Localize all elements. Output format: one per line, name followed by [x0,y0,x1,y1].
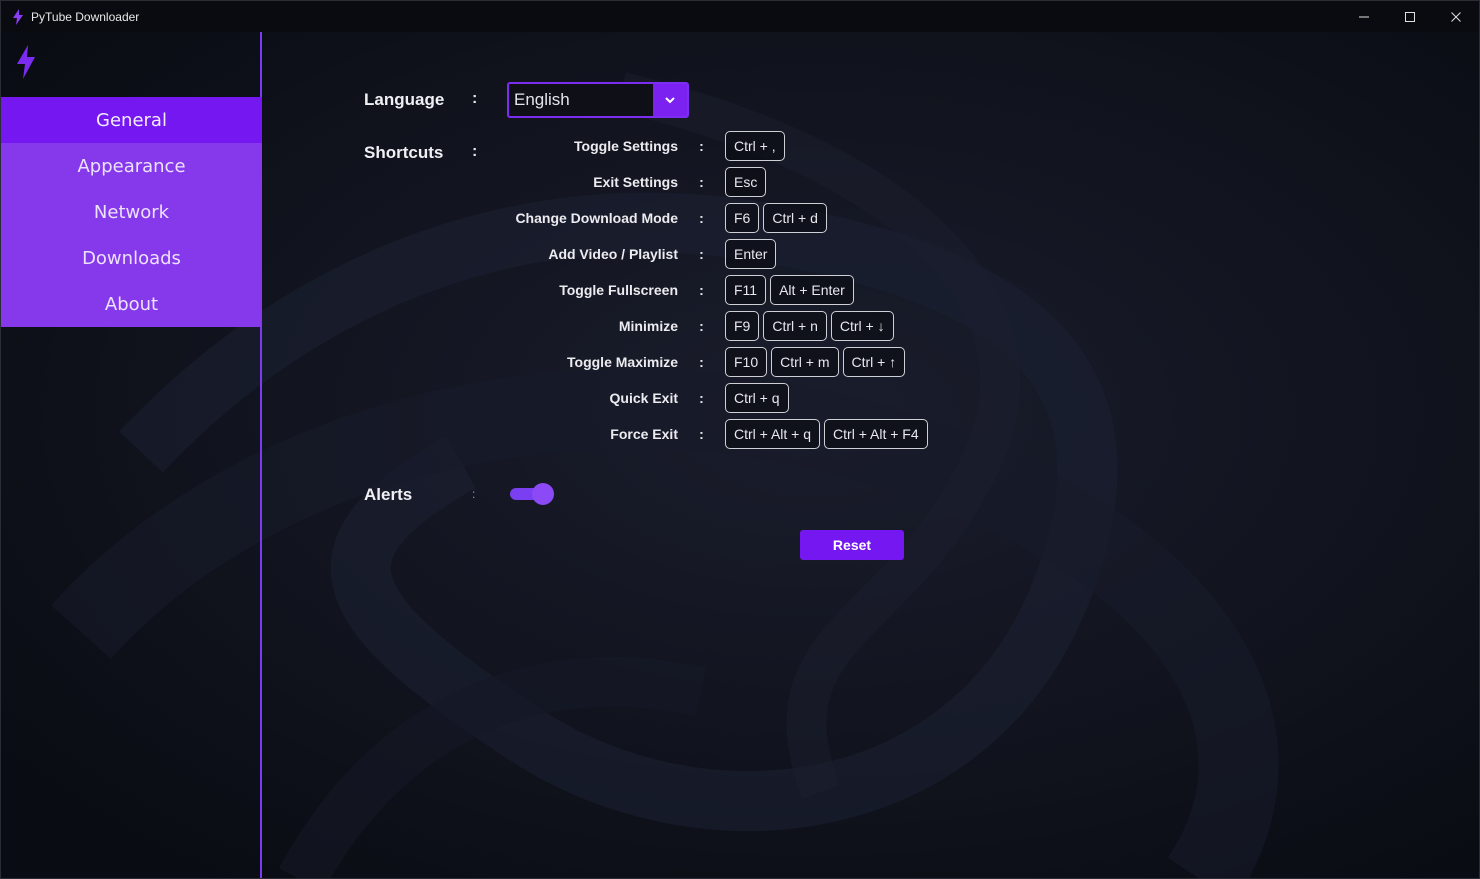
shortcut-row: Add Video / Playlist : Enter [401,239,777,269]
shortcut-key: Ctrl + ↑ [842,347,906,377]
shortcut-colon: : [699,426,704,442]
shortcut-key: Esc [725,167,767,197]
sidebar-item-downloads[interactable]: Downloads [1,235,262,281]
maximize-icon [1405,11,1415,22]
lightning-bolt-icon [13,8,23,25]
shortcut-name: Minimize [618,318,678,334]
language-dropdown[interactable]: English [507,82,689,118]
title-bar: PyTube Downloader [1,1,1479,32]
shortcut-key: Enter [725,239,777,269]
language-value: English [514,90,570,109]
shortcut-key: Ctrl + q [725,383,789,413]
shortcut-row: Quick Exit : Ctrl + q [401,383,789,413]
shortcut-name: Exit Settings [593,174,678,190]
shortcut-key: Ctrl + d [763,203,827,233]
alerts-colon: : [472,487,476,501]
maximize-button[interactable] [1387,1,1433,32]
shortcut-key: F11 [725,275,767,305]
shortcut-colon: : [699,246,704,262]
shortcut-key: F10 [725,347,768,377]
reset-button[interactable]: Reset [800,530,904,560]
shortcut-key: F9 [725,311,760,341]
shortcut-key: Ctrl + ↓ [830,311,894,341]
shortcut-colon: : [699,390,704,406]
shortcut-colon: : [699,318,704,334]
shortcut-key: Ctrl + Alt + F4 [824,419,928,449]
shortcut-name: Change Download Mode [515,210,678,226]
shortcut-row: Toggle Settings : Ctrl + , [401,131,785,161]
lightning-bolt-icon [17,45,35,79]
minimize-button[interactable] [1341,1,1387,32]
sidebar-item-general[interactable]: General [1,97,262,143]
shortcut-key: Ctrl + Alt + q [725,419,821,449]
shortcut-key: F6 [725,203,760,233]
shortcut-name: Toggle Fullscreen [559,282,678,298]
shortcut-row: Minimize : F9 Ctrl + n Ctrl + ↓ [401,311,894,341]
shortcut-key: Alt + Enter [770,275,854,305]
shortcut-colon: : [699,174,704,190]
shortcut-row: Toggle Fullscreen : F11 Alt + Enter [401,275,854,305]
app-window: PyTube Downloader General Appearance Net… [0,0,1480,879]
toggle-knob[interactable] [532,483,554,505]
shortcut-name: Toggle Settings [574,138,678,154]
sidebar-nav: General Appearance Network Downloads Abo… [1,97,262,327]
shortcut-name: Quick Exit [609,390,678,406]
shortcut-row: Exit Settings : Esc [401,167,767,197]
window-title: PyTube Downloader [31,9,140,24]
shortcut-name: Toggle Maximize [567,354,678,370]
shortcut-colon: : [699,138,704,154]
shortcut-key: Ctrl + m [771,347,839,377]
shortcut-row: Force Exit : Ctrl + Alt + q Ctrl + Alt +… [401,419,928,449]
shortcut-key: Ctrl + n [763,311,827,341]
shortcut-name: Add Video / Playlist [548,246,678,262]
language-colon: : [472,90,478,107]
sidebar-item-about[interactable]: About [1,281,262,327]
shortcut-colon: : [699,282,704,298]
shortcut-colon: : [699,354,704,370]
sidebar-item-network[interactable]: Network [1,189,262,235]
shortcut-colon: : [699,210,704,226]
shortcut-row: Toggle Maximize : F10 Ctrl + m Ctrl + ↑ [401,347,906,377]
sidebar: General Appearance Network Downloads Abo… [1,32,262,878]
language-label: Language [364,90,445,109]
shortcut-name: Force Exit [610,426,678,442]
chevron-down-icon [665,97,675,104]
minimize-icon [1359,16,1369,17]
shortcut-key: Ctrl + , [725,131,785,161]
alerts-toggle[interactable] [510,483,554,505]
dropdown-arrow-button[interactable] [653,84,687,116]
alerts-label: Alerts [364,485,413,504]
shortcut-row: Change Download Mode : F6 Ctrl + d [401,203,827,233]
close-icon [1451,11,1461,22]
close-button[interactable] [1433,1,1479,32]
sidebar-item-appearance[interactable]: Appearance [1,143,262,189]
